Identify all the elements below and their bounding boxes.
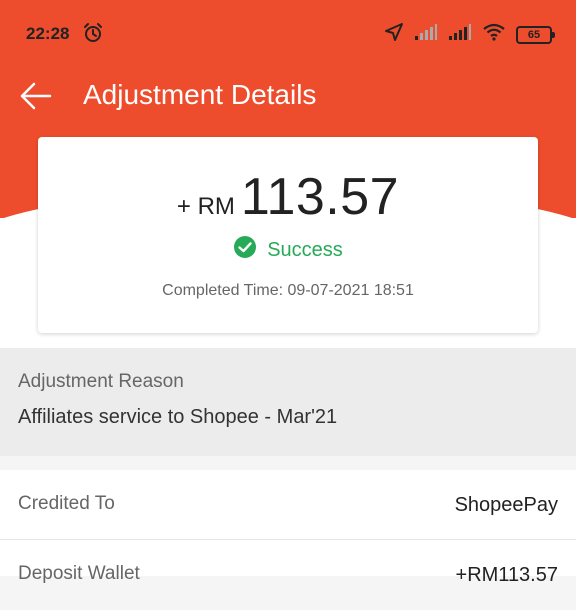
detail-label: Deposit Wallet <box>18 563 140 584</box>
detail-row-deposit-wallet: Deposit Wallet +RM113.57 <box>0 540 576 610</box>
reason-value: Affiliates service to Shopee - Mar'21 <box>18 406 338 428</box>
completed-time: Completed Time: 09-07-2021 18:51 <box>162 282 414 299</box>
amount-value: 113.57 <box>240 168 400 226</box>
page-title: Adjustment Details <box>83 79 317 110</box>
adjustment-reason-section: Adjustment Reason Affiliates service to … <box>0 348 576 456</box>
alarm-clock-icon <box>82 22 104 49</box>
wifi-icon <box>482 23 506 46</box>
detail-row-credited-to: Credited To ShopeePay <box>0 470 576 540</box>
details-list: Credited To ShopeePay Deposit Wallet +RM… <box>0 470 576 586</box>
section-divider <box>0 456 576 470</box>
status-row: Success <box>38 235 538 265</box>
arrow-left-icon <box>18 82 54 118</box>
app-bar: Adjustment Details <box>0 70 576 122</box>
status-icons: 65 <box>384 22 555 47</box>
cell-signal-icon <box>448 23 472 46</box>
amount-prefix: + RM <box>176 193 235 220</box>
battery-icon: 65 <box>516 25 555 44</box>
summary-card: + RM 113.57 Success Completed Time: 09-07… <box>38 137 538 333</box>
amount-display: + RM 113.57 <box>38 167 538 227</box>
back-button[interactable] <box>18 78 54 114</box>
reason-label: Adjustment Reason <box>18 371 184 392</box>
check-circle-icon <box>233 235 257 265</box>
location-arrow-icon <box>384 22 404 47</box>
status-bar: 22:28 65 <box>0 0 576 68</box>
status-text: Success <box>267 238 343 261</box>
detail-value: ShopeePay <box>454 494 558 516</box>
status-time: 22:28 <box>26 24 70 43</box>
cell-signal-icon <box>414 23 438 46</box>
detail-label: Credited To <box>18 493 115 514</box>
